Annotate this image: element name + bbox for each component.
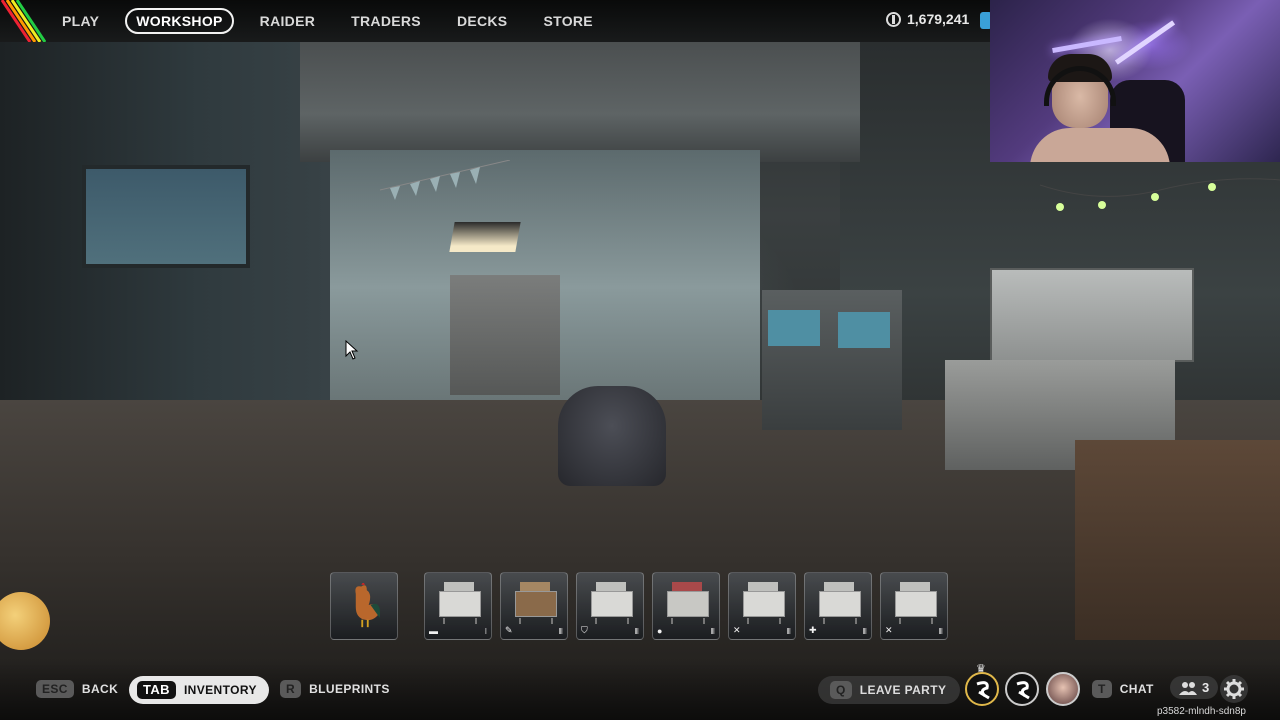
streamer-body xyxy=(1030,128,1170,162)
back-button[interactable]: ESC BACK xyxy=(36,680,118,698)
mouse-cursor-icon xyxy=(345,340,359,360)
key-esc: ESC xyxy=(36,680,74,698)
chat-label: CHAT xyxy=(1119,682,1154,696)
party-member-avatar[interactable] xyxy=(1046,672,1080,706)
gunsmith-image xyxy=(511,581,559,624)
workbench-image xyxy=(435,581,483,624)
slot-gunsmith[interactable]: ✎ III xyxy=(500,572,568,640)
player-emblem-icon xyxy=(976,681,990,700)
string-lights xyxy=(1040,178,1280,211)
currency-display: 1,679,241 xyxy=(886,11,969,27)
slot-workbench[interactable]: ▬ I xyxy=(424,572,492,640)
back-label: BACK xyxy=(81,682,119,696)
key-tab: TAB xyxy=(137,681,176,699)
armchair xyxy=(558,386,666,486)
wooden-table xyxy=(1075,440,1280,640)
bomb-icon: ● xyxy=(657,626,663,636)
ceiling-lamp xyxy=(449,222,521,252)
people-icon xyxy=(1179,681,1197,695)
ceiling xyxy=(300,42,860,162)
chat-button[interactable]: T CHAT xyxy=(1092,680,1154,698)
window xyxy=(82,165,250,268)
monitor-screen xyxy=(768,310,820,346)
plus-icon: ✚ xyxy=(809,625,817,635)
nav-play[interactable]: PLAY xyxy=(52,8,109,34)
rooster-icon xyxy=(355,582,381,628)
monitor-screen xyxy=(838,312,890,348)
nav-decks[interactable]: DECKS xyxy=(447,8,518,34)
slot-gear-bench[interactable]: ⛉ III xyxy=(576,572,644,640)
medical-bench-image xyxy=(815,581,863,624)
wrench-icon: ✕ xyxy=(733,625,741,635)
player-emblem-icon xyxy=(1016,681,1030,700)
key-r: R xyxy=(280,680,302,698)
nav-store[interactable]: STORE xyxy=(533,8,602,34)
party-count: 3 xyxy=(1202,680,1210,695)
webcam-overlay xyxy=(990,0,1280,162)
nav-workshop[interactable]: WORKSHOP xyxy=(125,8,234,34)
leave-party-button[interactable]: Q LEAVE PARTY xyxy=(818,676,961,704)
key-t: T xyxy=(1092,680,1112,698)
leave-party-label: LEAVE PARTY xyxy=(859,683,947,697)
slot-rooster[interactable] xyxy=(330,572,398,640)
slot-medical[interactable]: ✚ III xyxy=(804,572,872,640)
bunting-flags xyxy=(380,160,510,200)
slot-level: III xyxy=(558,627,563,636)
gear-icon xyxy=(1224,679,1244,699)
nav-raider[interactable]: RAIDER xyxy=(250,8,325,34)
shield-icon: ⛉ xyxy=(581,625,588,635)
party-count-button[interactable]: 3 xyxy=(1170,676,1219,699)
top-nav-bar: PLAY WORKSHOP RAIDER TRADERS DECKS STORE… xyxy=(0,0,992,42)
refiner-bench-image xyxy=(891,581,939,624)
slot-explosives[interactable]: ● III xyxy=(652,572,720,640)
logo-rainbow-icon xyxy=(0,0,46,42)
slot-level: III xyxy=(862,627,867,636)
inventory-button[interactable]: TAB INVENTORY xyxy=(129,676,269,704)
tools-icon: ✕ xyxy=(885,625,893,635)
coin-icon xyxy=(886,11,901,27)
blueprints-button[interactable]: R BLUEPRINTS xyxy=(280,680,390,698)
explosives-bench-image xyxy=(663,581,711,624)
inventory-label: INVENTORY xyxy=(183,683,257,697)
bench-icon: ▬ xyxy=(429,626,438,636)
gun-icon: ✎ xyxy=(505,625,513,635)
blueprints-label: BLUEPRINTS xyxy=(309,682,390,696)
party-member-avatar[interactable] xyxy=(1005,672,1039,706)
slot-refiner[interactable]: ✕ III xyxy=(880,572,948,640)
control-console xyxy=(990,268,1194,362)
slot-level: III xyxy=(786,627,791,636)
coin-balance: 1,679,241 xyxy=(907,11,970,27)
key-q: Q xyxy=(830,681,852,699)
party-member-avatar[interactable] xyxy=(965,672,999,706)
slot-level: III xyxy=(634,627,639,636)
nav-traders[interactable]: TRADERS xyxy=(341,8,431,34)
workstation-hotbar: ▬ I ✎ III ⛉ III ● III ✕ III ✚ III ✕ III xyxy=(330,572,950,642)
slot-level: III xyxy=(710,627,715,636)
settings-button[interactable] xyxy=(1220,675,1248,703)
gear-bench-image xyxy=(587,581,635,624)
main-nav: PLAY WORKSHOP RAIDER TRADERS DECKS STORE xyxy=(52,8,613,34)
utility-bench-image xyxy=(739,581,787,624)
slot-level: I xyxy=(484,627,487,636)
session-id: p3582-mlndh-sdn8p xyxy=(1157,706,1246,717)
shelf xyxy=(450,275,560,395)
slot-level: III xyxy=(938,627,943,636)
slot-utility[interactable]: ✕ III xyxy=(728,572,796,640)
